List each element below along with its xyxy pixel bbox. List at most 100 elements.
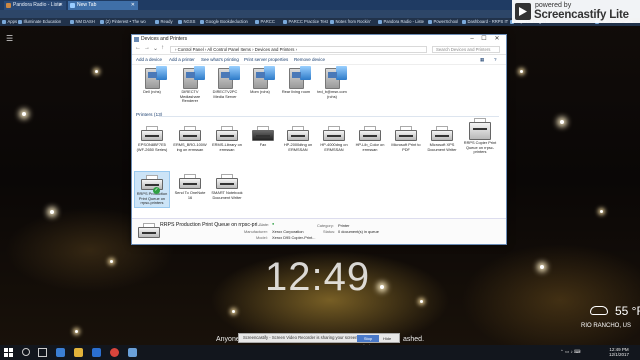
printer-item[interactable]: Send To OneNote 16 bbox=[172, 171, 208, 200]
print-server-properties-button[interactable]: Print server properties bbox=[244, 57, 288, 62]
printer-icon bbox=[431, 126, 453, 142]
bookmark[interactable]: Ready bbox=[155, 18, 173, 26]
printer-item[interactable]: EPSON8BF7E5 (WF-2650 Series) bbox=[134, 123, 170, 152]
printer-label: HP-4000dng on ERMSSAN bbox=[320, 142, 348, 152]
bookmark[interactable]: PARCC Practice Test bbox=[283, 18, 328, 26]
view-options-icon[interactable]: ▦ bbox=[480, 57, 484, 63]
state-ok-icon: ● bbox=[272, 221, 275, 226]
device-item[interactable]: Rear living room bbox=[278, 66, 314, 95]
bookmark[interactable]: NM DASH bbox=[70, 18, 95, 26]
up-arrow-icon[interactable]: ↑ bbox=[161, 45, 164, 51]
screencastify-watermark: powered by Screencastify Lite bbox=[512, 0, 640, 23]
sparkle bbox=[75, 330, 78, 333]
tab-label: New Tab bbox=[77, 2, 97, 8]
add-device-button[interactable]: Add a device bbox=[136, 57, 162, 62]
bookmark[interactable]: Apps bbox=[2, 18, 18, 26]
system-tray-icons[interactable]: ⌃ ▭ ♪ ⌨ bbox=[560, 349, 581, 355]
close-icon[interactable]: ✕ bbox=[59, 1, 63, 10]
device-item[interactable]: DIRECTV Mediashare Renderer bbox=[172, 66, 208, 104]
task-view-icon[interactable] bbox=[38, 348, 47, 357]
device-list: Dell (rchs) DIRECTV Mediashare Renderer … bbox=[132, 66, 506, 216]
sparkle bbox=[560, 120, 564, 124]
printer-icon bbox=[359, 126, 381, 142]
bookmark[interactable]: Google Bookdeduction bbox=[200, 18, 248, 26]
windows-start-icon[interactable] bbox=[4, 348, 13, 357]
cloud-icon bbox=[590, 306, 608, 315]
add-printer-button[interactable]: Add a printer bbox=[169, 57, 195, 62]
sparkle bbox=[600, 210, 603, 213]
maximize-icon[interactable]: ☐ bbox=[478, 35, 490, 44]
back-arrow-icon[interactable]: ← bbox=[135, 45, 141, 51]
city-name: RIO RANCHO, US bbox=[581, 323, 632, 329]
bookmark[interactable]: Dashboard - RRPS IT bbox=[462, 18, 509, 26]
search-icon[interactable] bbox=[22, 348, 30, 356]
taskbar-clock[interactable]: 12:49 PM 12/1/2017 bbox=[609, 347, 629, 357]
recent-locations-icon[interactable]: ⌄ bbox=[153, 45, 158, 52]
devices-icon bbox=[134, 37, 139, 42]
browser-tab-active[interactable]: New Tab ✕ bbox=[68, 1, 138, 10]
desktop-clock: 12:49 bbox=[265, 255, 371, 299]
copier-icon bbox=[469, 118, 491, 140]
printer-item[interactable]: RRPS Copier Print Queue on rrpsc-printer… bbox=[462, 118, 498, 155]
sparkle bbox=[520, 70, 523, 73]
remove-device-button[interactable]: Remove device bbox=[294, 57, 325, 62]
control-panel-icon[interactable] bbox=[128, 348, 137, 357]
screencastify-name: Screencastify Lite bbox=[534, 9, 629, 21]
search-input[interactable]: Search Devices and Printers bbox=[432, 46, 500, 53]
stop-sharing-button[interactable]: Stop sharing bbox=[357, 335, 379, 348]
device-item[interactable]: Dell (rchs) bbox=[134, 66, 170, 95]
close-icon[interactable]: ✕ bbox=[491, 35, 503, 44]
printer-item[interactable]: HP-4000dng on ERMSSAN bbox=[316, 123, 352, 152]
sharing-message: Screencastify - Screen Video Recorder is… bbox=[243, 335, 359, 340]
bookmark[interactable]: (2) Pinterest • The wo bbox=[100, 18, 146, 26]
computer-icon bbox=[324, 66, 347, 89]
printer-item-selected[interactable]: ✓ RRPS Production Print Queue on rrpsc-pr… bbox=[134, 171, 170, 208]
printer-item[interactable]: HP-Lib_Color on ermssan bbox=[352, 123, 388, 152]
close-icon[interactable]: ✕ bbox=[131, 1, 135, 10]
sparkle bbox=[232, 310, 235, 313]
printer-item[interactable]: Microsoft Print to PDF bbox=[388, 123, 424, 152]
printer-icon: ✓ bbox=[141, 175, 163, 194]
printer-icon bbox=[179, 126, 201, 142]
default-printer-check-icon: ✓ bbox=[153, 187, 160, 194]
group-divider bbox=[159, 116, 499, 117]
browser-tab[interactable]: Pandora Radio - Liste ✕ bbox=[4, 1, 66, 10]
sparkle bbox=[22, 112, 26, 116]
edge-icon[interactable] bbox=[56, 348, 65, 357]
printer-label: Fax bbox=[259, 142, 267, 147]
printer-item[interactable]: SMART Notebook Document Writer bbox=[209, 171, 245, 200]
device-item[interactable]: ted_b@msn.com (rchs) bbox=[314, 66, 350, 99]
bookmark[interactable]: NGSS bbox=[178, 18, 196, 26]
help-icon[interactable]: ? bbox=[494, 57, 497, 62]
device-item[interactable]: Mom (rchs) bbox=[242, 66, 278, 95]
store-icon[interactable] bbox=[92, 348, 101, 357]
device-item[interactable]: DIRECTV2PC Media Server bbox=[207, 66, 243, 99]
printer-item[interactable]: ERMS_BRO-100W ing on ermssan bbox=[172, 123, 208, 152]
bookmark[interactable]: PowerSchool bbox=[428, 18, 459, 26]
chrome-icon[interactable] bbox=[110, 348, 119, 357]
bookmark[interactable]: PARCC bbox=[255, 18, 275, 26]
taskbar-date: 12/1/2017 bbox=[609, 352, 630, 357]
bookmark[interactable]: Pandora Radio - Liste bbox=[378, 18, 425, 26]
minimize-icon[interactable]: – bbox=[466, 35, 478, 44]
forward-arrow-icon[interactable]: → bbox=[144, 45, 150, 51]
printer-item[interactable]: Microsoft XPS Document Writer bbox=[424, 123, 460, 152]
printer-icon bbox=[179, 174, 201, 190]
media-device-icon bbox=[288, 66, 311, 89]
printer-item[interactable]: ERMS-Library on ermssan bbox=[209, 123, 245, 152]
bookmark[interactable]: Notes from Rockin' bbox=[330, 18, 371, 26]
see-whats-printing-button[interactable]: See what's printing bbox=[201, 57, 239, 62]
printer-item[interactable]: HP-2000dtng on ERMSSAN bbox=[280, 123, 316, 152]
screen-sharing-banner: Screencastify - Screen Video Recorder is… bbox=[238, 333, 400, 348]
printer-item[interactable]: Fax bbox=[245, 123, 281, 148]
model-value: Xerox D95 Copier-Print... bbox=[272, 235, 316, 240]
taskbar: ⌃ ▭ ♪ ⌨ 12:49 PM 12/1/2017 bbox=[0, 345, 640, 360]
device-label: DIRECTV2PC Media Server bbox=[212, 89, 238, 99]
breadcrumb[interactable]: › Control Panel › All Control Panel Item… bbox=[170, 46, 427, 53]
bookmark[interactable]: Illuminate Education bbox=[18, 18, 62, 26]
file-explorer-icon[interactable] bbox=[74, 348, 83, 357]
window-titlebar[interactable]: Devices and Printers – ☐ ✕ bbox=[132, 35, 506, 44]
new-tab-menu-icon[interactable]: ☰ bbox=[6, 34, 13, 43]
powered-by-text: powered by bbox=[535, 2, 572, 9]
hide-button[interactable]: Hide bbox=[383, 335, 391, 342]
